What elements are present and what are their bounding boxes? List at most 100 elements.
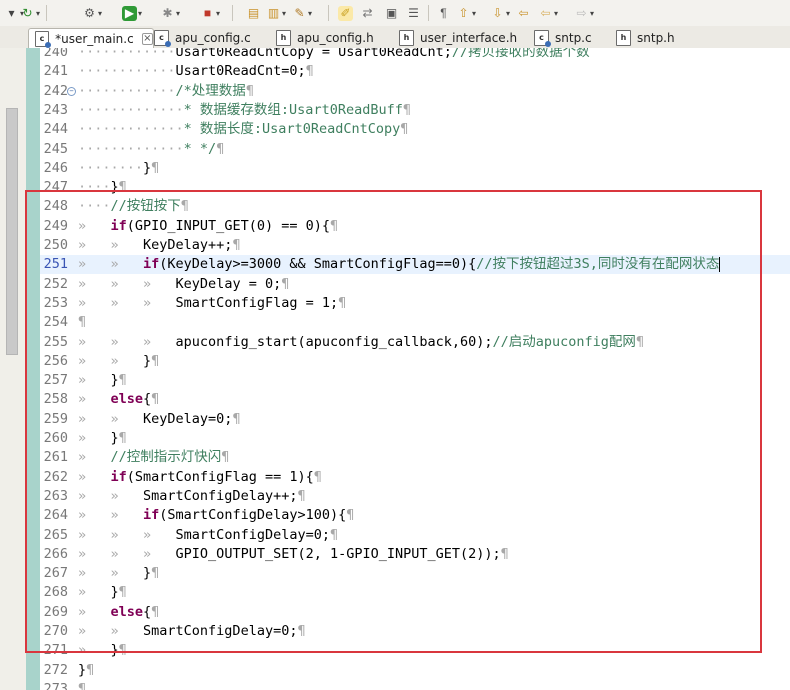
- dropdown-arrow-icon[interactable]: ▾: [282, 9, 286, 18]
- code-line[interactable]: 251 » » if(KeyDelay>=3000 && SmartConfigF…: [40, 255, 790, 275]
- dropdown-arrow-icon[interactable]: ▾: [308, 9, 312, 18]
- back-dropdown-button[interactable]: ⇦ ▾: [538, 4, 558, 22]
- code-line[interactable]: 256 » » }¶: [40, 352, 790, 371]
- code-line[interactable]: 244 ·············* 数据长度:Usart0ReadCntCopy…: [40, 120, 790, 139]
- pilcrow-marker: ¶: [338, 294, 347, 311]
- back-dropdown-icon: ⇦: [540, 5, 551, 20]
- code-line[interactable]: 242− ············/*处理数据¶: [40, 82, 790, 101]
- whitespace-marker: ········: [78, 159, 144, 176]
- comment-token: * 数据长度:Usart0ReadCntCopy: [183, 121, 401, 138]
- code-token: KeyDelay=0;: [143, 410, 233, 427]
- code-line[interactable]: 247 ····}¶: [40, 178, 790, 197]
- code-token: SmartConfigDelay=0;: [175, 526, 330, 543]
- tab-label: apu_config.h: [297, 31, 374, 45]
- code-line[interactable]: 273 ¶: [40, 680, 790, 690]
- code-line[interactable]: 250 » » KeyDelay++;¶: [40, 236, 790, 255]
- code-line[interactable]: 266 » » » GPIO_OUTPUT_SET(2, 1-GPIO_INPUT…: [40, 545, 790, 564]
- line-number: 262: [43, 468, 68, 485]
- dropdown-arrow-icon[interactable]: ▾: [590, 9, 594, 18]
- pilcrow-marker: ¶: [151, 565, 160, 582]
- pilcrow-marker: ¶: [635, 333, 645, 350]
- whitespace-marker: » »: [78, 487, 144, 504]
- dropdown-arrow-icon[interactable]: ▾: [554, 9, 558, 18]
- pilcrow-button[interactable]: ¶: [436, 4, 451, 22]
- tab-user-main-c[interactable]: c *user_main.c ×: [28, 28, 154, 49]
- code-line[interactable]: 270 » » SmartConfigDelay=0;¶: [40, 622, 790, 641]
- line-number: 263: [43, 487, 68, 504]
- tab-user-interface-h[interactable]: h user_interface.h: [395, 28, 517, 48]
- open-file-button[interactable]: ▥ ▾: [266, 4, 286, 22]
- wand-button[interactable]: ✎ ▾: [292, 4, 312, 22]
- format-button[interactable]: ☰: [406, 4, 421, 22]
- scrollbar-thumb[interactable]: [6, 108, 18, 355]
- code-line[interactable]: 262 » if(SmartConfigFlag == 1){¶: [40, 468, 790, 487]
- comment-token: //按钮按下: [110, 198, 181, 215]
- code-line[interactable]: 267 » » }¶: [40, 564, 790, 583]
- code-line[interactable]: 272}¶: [40, 661, 790, 680]
- text-caret: [719, 256, 721, 272]
- code-line[interactable]: 271 » }¶: [40, 641, 790, 660]
- code-line[interactable]: 241 ············Usart0ReadCnt=0;¶: [40, 62, 790, 81]
- overview-ruler: [26, 48, 40, 690]
- dropdown-arrow-icon[interactable]: ▾: [472, 9, 476, 18]
- code-line[interactable]: 255 » » » apuconfig_start(apuconfig_callb…: [40, 333, 790, 352]
- code-line[interactable]: 260 » }¶: [40, 429, 790, 448]
- code-line[interactable]: 264 » » if(SmartConfigDelay>100){¶: [40, 506, 790, 525]
- whitespace-marker: » »: [78, 256, 144, 273]
- tab-sntp-h[interactable]: h sntp.h: [612, 28, 675, 48]
- code-token: (SmartConfigDelay>100){: [159, 507, 347, 524]
- settings-button[interactable]: ⚙ ▾: [82, 4, 102, 22]
- pilcrow-marker: ¶: [232, 410, 241, 427]
- dropdown-arrow-icon[interactable]: ▾: [216, 9, 220, 18]
- edit-button[interactable]: ✐: [338, 4, 353, 22]
- dropdown-arrow-icon[interactable]: ▾: [138, 9, 142, 18]
- code-line[interactable]: 265 » » » SmartConfigDelay=0;¶: [40, 526, 790, 545]
- stop-button[interactable]: ■ ▾: [200, 4, 220, 22]
- code-line[interactable]: 246 ········}¶: [40, 159, 790, 178]
- edit-icon: ✐: [338, 5, 353, 21]
- code-editor[interactable]: 240 ············Usart0ReadCntCopy = Usart…: [40, 48, 790, 690]
- code-line[interactable]: 252 » » » KeyDelay = 0;¶: [40, 275, 790, 294]
- dropdown-arrow-icon[interactable]: ▾: [98, 9, 102, 18]
- code-line[interactable]: 243 ·············* 数据缓存数组:Usart0ReadBuff¶: [40, 101, 790, 120]
- toggle-button[interactable]: ⇄: [360, 4, 375, 22]
- code-token: apuconfig_start(apuconfig_callback,60);: [175, 333, 493, 350]
- code-line[interactable]: 249 » if(GPIO_INPUT_GET(0) == 0){¶: [40, 217, 790, 236]
- debug-button[interactable]: ✱ ▾: [160, 4, 180, 22]
- code-line[interactable]: 258 » else{¶: [40, 390, 790, 409]
- code-line[interactable]: 268 » }¶: [40, 583, 790, 602]
- dropdown-arrow-icon[interactable]: ▾: [506, 9, 510, 18]
- back-button[interactable]: ⇦: [516, 4, 531, 22]
- up-button[interactable]: ⇧ ▾: [456, 4, 476, 22]
- code-token: {: [143, 603, 152, 620]
- dropdown-arrow-icon[interactable]: ▾: [176, 9, 180, 18]
- code-line[interactable]: 245 ·············* */¶: [40, 140, 790, 159]
- code-line[interactable]: 257 » }¶: [40, 371, 790, 390]
- pilcrow-marker: ¶: [118, 372, 127, 389]
- fold-toggle-icon[interactable]: −: [67, 86, 76, 96]
- code-token: (SmartConfigFlag == 1){: [126, 468, 314, 485]
- forward-button[interactable]: ⇨ ▾: [574, 4, 594, 22]
- open-folder-button[interactable]: ▤: [246, 4, 261, 22]
- list-button[interactable]: ▣: [384, 4, 399, 22]
- run-button[interactable]: ▶ ▾: [122, 4, 142, 22]
- tab-apu-config-c[interactable]: c apu_config.c: [150, 28, 251, 48]
- code-line[interactable]: 240 ············Usart0ReadCntCopy = Usart…: [40, 48, 790, 62]
- refresh-button[interactable]: ↻ ▾: [20, 4, 40, 22]
- code-line[interactable]: 248 ····//按钮按下¶: [40, 197, 790, 216]
- code-line[interactable]: 261 » //控制指示灯快闪¶: [40, 448, 790, 467]
- line-number: 256: [43, 352, 68, 369]
- code-text: » }¶: [78, 371, 127, 390]
- dropdown-arrow-icon[interactable]: ▾: [36, 9, 40, 18]
- code-line[interactable]: 259 » » KeyDelay=0;¶: [40, 410, 790, 429]
- code-text: ¶: [78, 680, 86, 690]
- down-button[interactable]: ⇩ ▾: [490, 4, 510, 22]
- code-line[interactable]: 263 » » SmartConfigDelay++;¶: [40, 487, 790, 506]
- format-icon: ☰: [408, 5, 419, 20]
- code-line[interactable]: 269 » else{¶: [40, 603, 790, 622]
- code-line[interactable]: 253 » » » SmartConfigFlag = 1;¶: [40, 294, 790, 313]
- code-text: ·············* */¶: [78, 140, 224, 159]
- code-line[interactable]: 254 ¶: [40, 313, 790, 332]
- tab-sntp-c[interactable]: c sntp.c: [530, 28, 592, 48]
- tab-apu-config-h[interactable]: h apu_config.h: [272, 28, 374, 48]
